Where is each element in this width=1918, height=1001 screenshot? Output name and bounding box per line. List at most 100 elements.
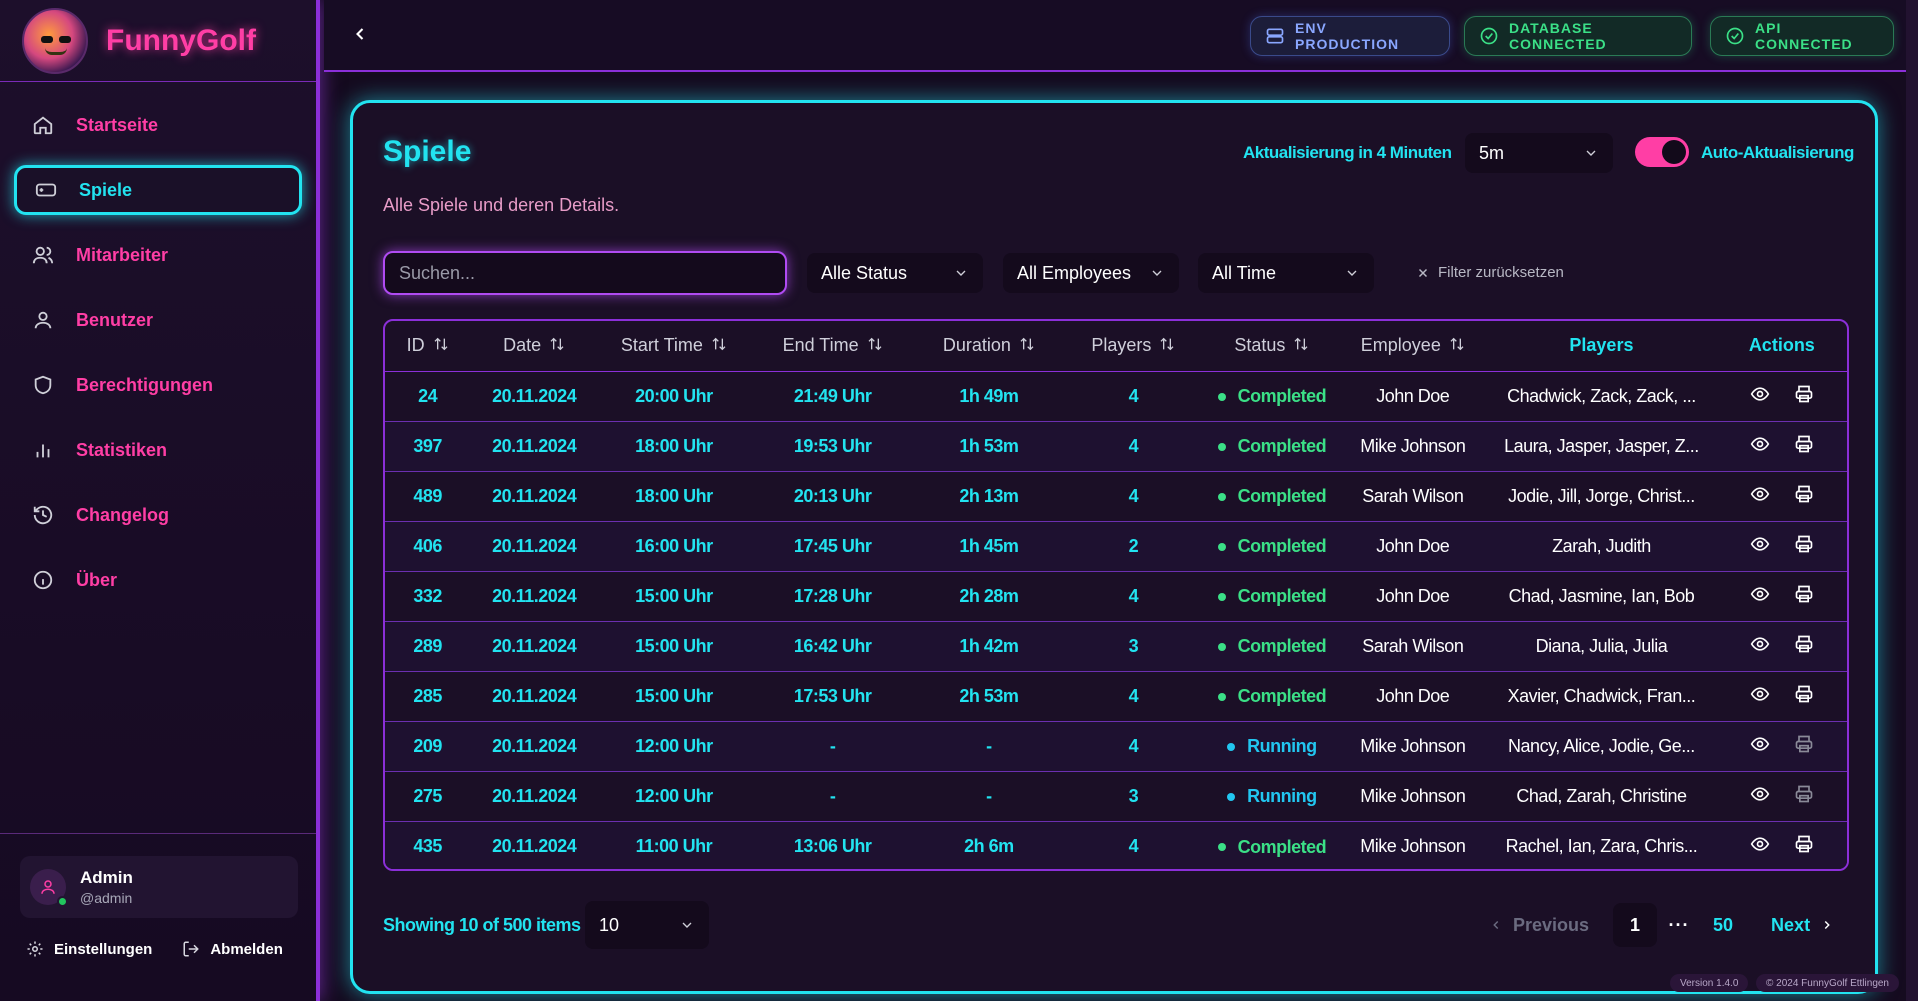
status-label: Completed (1237, 636, 1327, 657)
user-card[interactable]: Admin @admin (20, 856, 298, 918)
table-row[interactable]: 285 20.11.2024 15:00 Uhr 17:53 Uhr 2h 53m 4 Co… (385, 671, 1847, 721)
employee-filter-value: All Employees (1017, 262, 1132, 283)
column-header-label: Start Time (620, 334, 703, 355)
sort-icon[interactable] (1293, 336, 1309, 357)
table-row[interactable]: 489 20.11.2024 18:00 Uhr 20:13 Uhr 2h 13m 4 Co… (385, 471, 1847, 521)
sidebar-item-statistiken[interactable]: Statistiken (14, 425, 302, 475)
column-header-label: End Time (782, 334, 859, 355)
sidebar-item-spiele[interactable]: Spiele (14, 165, 302, 215)
cell-id: 209 (413, 735, 442, 756)
cell-duration: 1h 42m (959, 635, 1019, 656)
time-filter-select[interactable]: All Time (1198, 253, 1374, 293)
logo-image (22, 7, 88, 74)
settings-button[interactable]: Einstellungen (26, 940, 152, 958)
cell-players-count: 4 (1128, 435, 1139, 456)
column-header-status[interactable]: Status (1204, 321, 1340, 372)
cell-start-time: 12:00 Uhr (635, 735, 713, 756)
gamepad-icon (33, 177, 59, 203)
column-header-id[interactable]: ID (385, 321, 471, 372)
printer-icon[interactable] (1794, 734, 1814, 754)
copyright-badge: © 2024 FunnyGolf Ettlingen (1756, 974, 1899, 992)
logout-icon (182, 940, 200, 958)
eye-icon[interactable] (1750, 584, 1770, 604)
previous-page-button[interactable]: Previous (1489, 915, 1589, 936)
page-size-select[interactable]: 10 (585, 901, 709, 949)
eye-icon[interactable] (1750, 634, 1770, 654)
sort-icon[interactable] (711, 336, 727, 357)
eye-icon[interactable] (1750, 784, 1770, 804)
sort-icon[interactable] (867, 336, 883, 357)
cell-actions (1717, 421, 1847, 471)
status-filter-value: Alle Status (821, 262, 908, 283)
sort-icon[interactable] (1019, 336, 1035, 357)
sort-icon[interactable] (1159, 336, 1175, 357)
eye-icon[interactable] (1750, 484, 1770, 504)
cell-employee: John Doe (1376, 685, 1450, 706)
refresh-interval-select[interactable]: 5m (1465, 133, 1613, 173)
collapse-sidebar-button[interactable] (350, 24, 370, 49)
sidebar-item-startseite[interactable]: Startseite (14, 100, 302, 150)
next-page-button[interactable]: Next (1771, 915, 1834, 936)
cell-start-time: 18:00 Uhr (635, 485, 713, 506)
sidebar-item-mitarbeiter[interactable]: Mitarbeiter (14, 230, 302, 280)
printer-icon[interactable] (1794, 534, 1814, 554)
page-button-last[interactable]: 50 (1701, 903, 1745, 947)
column-header-employee[interactable]: Employee (1339, 321, 1487, 372)
column-header-date[interactable]: Date (470, 321, 599, 372)
page-button-current[interactable]: 1 (1613, 903, 1658, 947)
printer-icon[interactable] (1794, 834, 1814, 854)
table-row[interactable]: 332 20.11.2024 15:00 Uhr 17:28 Uhr 2h 28m 4 Co… (385, 571, 1847, 621)
printer-icon[interactable] (1794, 434, 1814, 454)
sidebar-item-über[interactable]: Über (14, 555, 302, 605)
printer-icon[interactable] (1794, 684, 1814, 704)
table-row[interactable]: 397 20.11.2024 18:00 Uhr 19:53 Uhr 1h 53m 4 Co… (385, 421, 1847, 471)
table-row[interactable]: 275 20.11.2024 12:00 Uhr - - 3 Running Mike Joh… (385, 771, 1847, 821)
sidebar-item-changelog[interactable]: Changelog (14, 490, 302, 540)
status-filter-select[interactable]: Alle Status (807, 253, 983, 293)
table-row[interactable]: 435 20.11.2024 11:00 Uhr 13:06 Uhr 2h 6m 4 Com… (385, 821, 1847, 869)
eye-icon[interactable] (1750, 534, 1770, 554)
logout-button[interactable]: Abmelden (182, 940, 283, 958)
refresh-countdown: Aktualisierung in 4 Minuten (1243, 143, 1452, 162)
status-dot (1217, 692, 1226, 701)
printer-icon[interactable] (1794, 484, 1814, 504)
column-header-end-time[interactable]: End Time (749, 321, 916, 372)
table-row[interactable]: 209 20.11.2024 12:00 Uhr - - 4 Running Mike Joh… (385, 721, 1847, 771)
eye-icon[interactable] (1750, 434, 1770, 454)
printer-icon[interactable] (1794, 634, 1814, 654)
reset-filters-button[interactable]: Filter zurücksetzen (1416, 264, 1564, 281)
eye-icon[interactable] (1750, 384, 1770, 404)
column-header-duration[interactable]: Duration (915, 321, 1063, 372)
cell-employee: Sarah Wilson (1362, 485, 1464, 506)
chevron-left-icon (1489, 918, 1503, 932)
employee-filter-select[interactable]: All Employees (1003, 253, 1179, 293)
printer-icon[interactable] (1794, 584, 1814, 604)
cell-actions (1717, 471, 1847, 521)
printer-icon[interactable] (1794, 384, 1814, 404)
sort-icon[interactable] (549, 336, 565, 357)
time-filter-value: All Time (1212, 262, 1277, 283)
table-row[interactable]: 289 20.11.2024 15:00 Uhr 16:42 Uhr 1h 42m 3 Co… (385, 621, 1847, 671)
column-header-players-count[interactable]: Players (1062, 321, 1205, 372)
cell-employee: John Doe (1376, 385, 1450, 406)
column-header-start-time[interactable]: Start Time (598, 321, 750, 372)
sidebar-item-benutzer[interactable]: Benutzer (14, 295, 302, 345)
sort-icon[interactable] (433, 336, 449, 357)
sidebar-item-berechtigungen[interactable]: Berechtigungen (14, 360, 302, 410)
sidebar-item-label: Berechtigungen (76, 374, 214, 395)
eye-icon[interactable] (1750, 684, 1770, 704)
scrollbar[interactable] (1906, 0, 1918, 1001)
eye-icon[interactable] (1750, 734, 1770, 754)
printer-icon[interactable] (1794, 784, 1814, 804)
table-row[interactable]: 24 20.11.2024 20:00 Uhr 21:49 Uhr 1h 49m 4 Com… (385, 371, 1847, 421)
sort-icon[interactable] (1449, 336, 1465, 357)
cell-players-count: 2 (1128, 535, 1139, 556)
auto-refresh-toggle[interactable] (1635, 137, 1689, 167)
search-input[interactable] (383, 251, 787, 295)
eye-icon[interactable] (1750, 834, 1770, 854)
sidebar-nav: Startseite Spiele Mitarbeiter Benutzer Berec… (0, 82, 316, 605)
table-row[interactable]: 406 20.11.2024 16:00 Uhr 17:45 Uhr 1h 45m 2 Co… (385, 521, 1847, 571)
status-label: Completed (1237, 436, 1327, 457)
refresh-interval-value: 5m (1479, 142, 1505, 163)
cell-actions (1717, 821, 1847, 869)
